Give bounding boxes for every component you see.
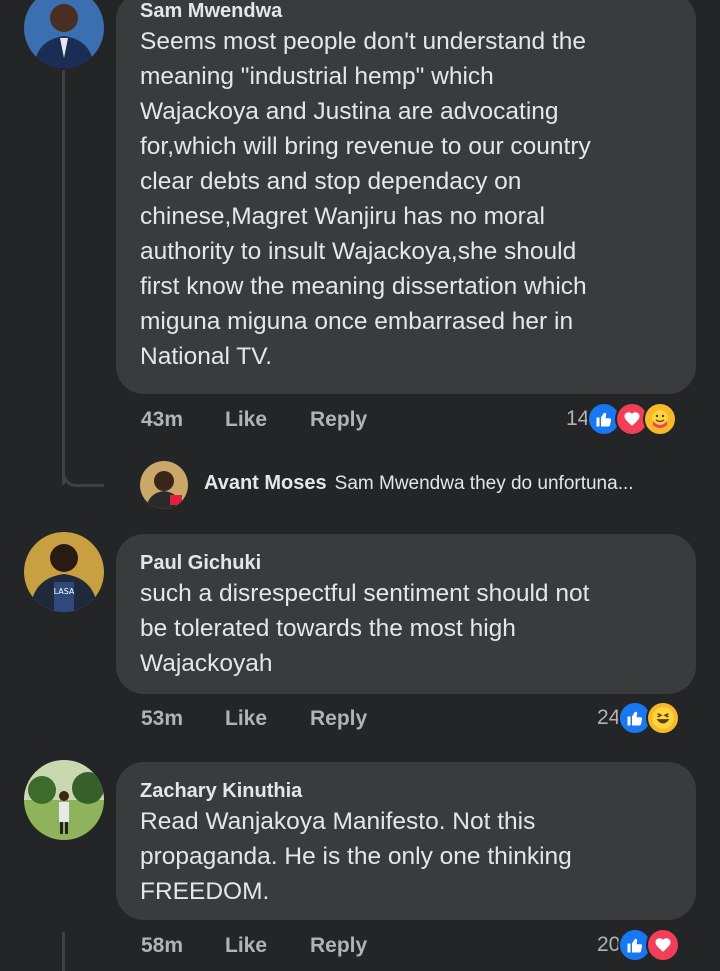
reaction-count: 20: [597, 933, 621, 956]
care-icon: [643, 402, 678, 436]
thread-connector: [62, 455, 104, 487]
reaction-count: 24: [597, 706, 621, 729]
avatar[interactable]: [24, 0, 104, 68]
thread-line: [62, 932, 65, 971]
like-button[interactable]: Like: [225, 707, 310, 731]
reaction-count: 14: [566, 407, 590, 430]
reply-preview[interactable]: Avant Moses Sam Mwendwa they do unfortun…: [190, 472, 634, 495]
reply-button[interactable]: Reply: [310, 707, 367, 731]
comment-text: Seems most people don't understand the m…: [140, 28, 591, 370]
comment-time[interactable]: 58m: [141, 934, 225, 958]
like-button[interactable]: Like: [225, 408, 310, 432]
comment-time[interactable]: 43m: [141, 408, 225, 432]
comment-author[interactable]: Zachary Kinuthia: [140, 780, 672, 802]
reply-button[interactable]: Reply: [310, 408, 367, 432]
haha-icon: [646, 701, 681, 735]
love-icon: [646, 928, 681, 962]
avatar[interactable]: [24, 760, 104, 840]
svg-text:LASA: LASA: [54, 587, 75, 596]
avatar[interactable]: [140, 461, 188, 509]
comment-bubble: Sam Mwendwa Seems most people don't unde…: [116, 0, 696, 394]
reaction-summary[interactable]: 14: [566, 402, 678, 436]
comment-actions: 43m Like Reply: [141, 408, 367, 432]
comment-author[interactable]: Sam Mwendwa: [140, 0, 672, 22]
comment-text: Read Wanjakoya Manifesto. Not this propa…: [140, 808, 572, 905]
like-button[interactable]: Like: [225, 934, 310, 958]
comment-time[interactable]: 53m: [141, 707, 225, 731]
reply-author[interactable]: Avant Moses: [204, 472, 327, 495]
comment-author[interactable]: Paul Gichuki: [140, 552, 672, 574]
comment-bubble: Zachary Kinuthia Read Wanjakoya Manifest…: [116, 762, 696, 920]
comment-text: such a disrespectful sentiment should no…: [140, 580, 590, 677]
reply-button[interactable]: Reply: [310, 934, 367, 958]
comment-bubble: Paul Gichuki such a disrespectful sentim…: [116, 534, 696, 694]
avatar[interactable]: LASA: [24, 532, 104, 612]
thread-line: [62, 70, 65, 485]
reaction-summary[interactable]: 24: [597, 701, 681, 735]
reply-text: Sam Mwendwa they do unfortuna...: [334, 472, 634, 494]
comment-actions: 53m Like Reply: [141, 707, 367, 731]
comment-actions: 58m Like Reply: [141, 934, 367, 958]
reaction-summary[interactable]: 20: [597, 928, 681, 962]
